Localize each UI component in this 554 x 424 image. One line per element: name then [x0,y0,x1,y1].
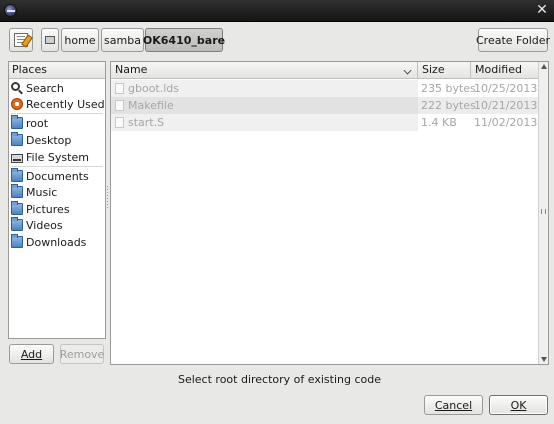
file-size: 1.4 KB [421,116,457,129]
place-label: Search [26,81,64,95]
place-label: Music [26,185,58,199]
place-recently-used[interactable]: Recently Used [9,96,105,112]
place-music[interactable]: Music [9,184,105,200]
file-modified: 11/02/2013 [474,116,538,129]
column-header-modified-label: Modified [475,63,522,76]
search-icon [11,82,20,91]
column-header-size[interactable]: Size [418,62,471,78]
file-modified: 10/25/2013 [474,82,538,95]
place-label: Desktop [26,133,72,147]
column-header-name-label: Name [115,63,148,76]
place-search[interactable]: Search [9,80,105,96]
file-name-cell: start.S [114,114,418,131]
place-label: Downloads [26,235,87,249]
recent-icon [11,98,23,110]
folder-icon [11,234,23,248]
dialog-message: Select root directory of existing code [177,373,381,386]
places-header: Places [9,62,105,79]
file-name: Makefile [128,99,174,112]
place-label: Documents [26,169,89,183]
place-label: File System [26,150,89,164]
type-location-button[interactable] [9,28,33,52]
place-documents[interactable]: Documents [9,168,105,184]
column-header-size-label: Size [422,63,445,76]
text-file-icon [115,117,124,128]
file-name-cell: gboot.lds [114,80,418,97]
breadcrumb-current-folder[interactable]: OK6410_bare [143,28,225,52]
file-row[interactable]: start.S 1.4 KB 11/02/2013 [111,114,538,131]
text-file-icon [115,100,124,111]
ok-label: OK [510,398,527,412]
folder-icon [11,184,23,198]
pane-splitter-handle[interactable] [106,186,109,210]
file-size: 235 bytes [421,82,476,95]
scroll-grip-icon [541,209,546,214]
place-file-system[interactable]: File System [9,149,105,165]
folder-icon [11,132,23,146]
title-bar: ✕ [0,0,554,22]
create-folder-button[interactable]: Create Folder [476,28,550,52]
place-pictures[interactable]: Pictures [9,201,105,217]
place-downloads[interactable]: Downloads [9,234,105,250]
file-list-header: Name Size Modified [111,62,538,79]
breadcrumb-samba[interactable]: samba [101,28,144,52]
column-header-modified[interactable]: Modified [471,62,538,78]
file-name: gboot.lds [128,82,180,95]
place-label: root [26,116,49,130]
vertical-scrollbar[interactable] [538,62,548,364]
file-name: start.S [128,116,165,129]
folder-icon [11,115,23,129]
places-divider [11,113,103,114]
folder-icon [11,217,23,231]
scroll-down-icon[interactable] [541,357,547,362]
remove-place-button: Remove [60,344,104,364]
drive-icon [45,36,55,44]
place-videos[interactable]: Videos [9,217,105,233]
file-row[interactable]: Makefile 222 bytes 10/21/2013 [111,97,538,114]
filesystem-root-button[interactable] [41,28,59,52]
breadcrumb-home[interactable]: home [61,28,99,52]
place-root[interactable]: root [9,115,105,131]
place-label: Videos [26,218,63,232]
file-name-cell: Makefile [114,97,418,114]
close-window-icon[interactable]: ✕ [535,2,549,18]
eclipse-app-icon [4,4,17,17]
file-size: 222 bytes [421,99,476,112]
edit-location-icon [14,33,28,47]
places-divider [11,166,103,167]
file-row[interactable]: gboot.lds 235 bytes 10/25/2013 [111,80,538,97]
place-label: Pictures [26,202,70,216]
place-label: Recently Used [26,97,105,111]
add-place-label: Add [20,347,43,361]
text-file-icon [115,83,124,94]
add-place-button[interactable]: Add [9,344,54,364]
ok-button[interactable]: OK [489,395,548,415]
remove-place-label: Remove [59,347,105,361]
file-list-panel: Name Size Modified gboot.lds 235 bytes 1… [110,61,549,365]
cancel-button[interactable]: Cancel [424,395,483,415]
scroll-up-icon[interactable] [541,64,547,69]
column-header-name[interactable]: Name [111,62,418,78]
cancel-label: Cancel [434,398,473,412]
place-desktop[interactable]: Desktop [9,132,105,148]
places-panel: Places Search Recently Used root Desktop… [8,61,106,339]
file-modified: 10/21/2013 [474,99,538,112]
chevron-down-icon [403,66,412,75]
folder-icon [11,201,23,215]
places-header-label: Places [12,63,47,76]
drive-icon [11,153,23,163]
folder-icon [11,168,23,182]
